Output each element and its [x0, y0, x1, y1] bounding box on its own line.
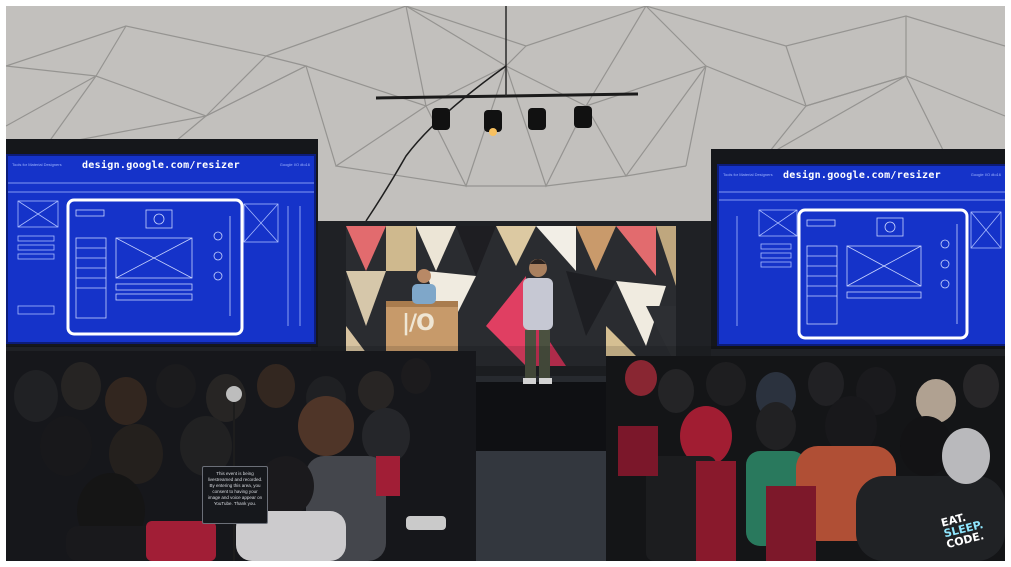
livestream-notice-sign: This event is being livestreamed and rec…: [202, 466, 268, 524]
left-projection-screen: Tools for Material Designers design.goog…: [6, 154, 316, 344]
left-screen-wireframe: [8, 182, 314, 336]
conference-photo: Tools for Material Designers design.goog…: [6, 6, 1005, 561]
right-screen-wireframe: [719, 191, 1005, 340]
podium-io-logo: |/O: [402, 311, 435, 336]
right-projection-screen: Tools for Material Designers design.goog…: [717, 164, 1005, 346]
